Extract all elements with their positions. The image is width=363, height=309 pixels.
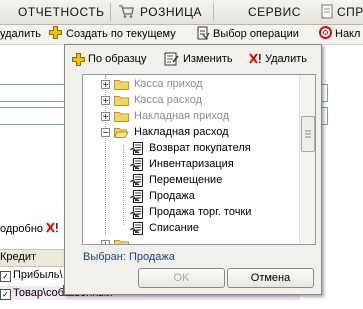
delete-x-icon[interactable] — [46, 222, 60, 237]
document-icon — [130, 206, 143, 219]
document-icon — [130, 222, 143, 235]
document-icon — [130, 174, 143, 187]
edit-icon — [164, 51, 180, 70]
create-by-current-button[interactable]: Создать по текущему — [66, 27, 176, 42]
folder-icon — [114, 96, 129, 106]
background-field[interactable] — [0, 107, 67, 125]
expand-icon[interactable]: + — [101, 80, 110, 89]
scrollbar-thumb[interactable] — [301, 116, 315, 152]
document-icon — [130, 190, 143, 203]
add-icon — [72, 53, 85, 69]
tree-folder-row[interactable]: + Накладная приход — [83, 109, 298, 124]
add-icon — [49, 26, 62, 42]
background-field[interactable] — [0, 84, 67, 102]
delete-button[interactable]: удалить — [0, 27, 41, 42]
invoice-button[interactable]: Накл — [335, 27, 360, 42]
tree-folder-row[interactable]: + — [83, 237, 298, 244]
menu-references[interactable]: СПР — [337, 0, 363, 24]
expand-icon[interactable]: + — [101, 96, 110, 105]
account-row-text: Прибыль\ — [13, 269, 63, 281]
column-header: Кредит — [0, 249, 64, 267]
tree-document-label: Возврат покупателя — [149, 142, 251, 154]
menu-separator — [110, 3, 111, 21]
selected-value: Продажа — [128, 251, 175, 263]
tree-document-row[interactable]: Перемещение — [83, 173, 298, 188]
menu-separator — [213, 3, 214, 21]
book-icon — [320, 4, 334, 22]
tree-document-label: Инвентаризация — [149, 158, 234, 170]
tree-folder-row[interactable]: + Касса приход — [83, 77, 298, 92]
menu-retail[interactable]: РОЗНИЦА — [140, 0, 202, 24]
expand-icon[interactable]: + — [101, 240, 110, 244]
tree-document-row[interactable]: Списание — [83, 221, 298, 236]
tree-folder-row[interactable]: + Касса расход — [83, 93, 298, 108]
tree-folder-label: Накладная расход — [134, 126, 229, 138]
tree-document-row[interactable]: Продажа торг. точки — [83, 205, 298, 220]
open-folder-icon — [114, 128, 129, 138]
expand-icon[interactable]: + — [101, 112, 110, 121]
tree-folder-row[interactable]: − Накладная расход — [83, 125, 298, 140]
tree-document-row[interactable]: Возврат покупателя — [83, 141, 298, 156]
main-toolbar: удалить Создать по текущему Выбор операц… — [0, 25, 363, 45]
collapse-icon[interactable]: − — [101, 128, 110, 137]
row-checkbox[interactable]: ✓ — [0, 289, 11, 300]
delete-button[interactable]: Удалить — [265, 51, 307, 67]
edit-button[interactable]: Изменить — [183, 51, 233, 67]
grip-icon — [305, 130, 311, 138]
selected-label: Выбран: — [83, 251, 126, 263]
select-operation-button[interactable]: Выбор операции — [213, 27, 299, 42]
row-checkbox[interactable]: ✓ — [0, 271, 11, 282]
tree-folder-label: Касса приход — [134, 78, 203, 90]
main-menu-bar: ОТЧЕТНОСТЬ РОЗНИЦА СЕРВИС СПР — [0, 0, 363, 25]
tree-document-label: Списание — [149, 222, 199, 234]
lifebuoy-icon — [319, 26, 332, 42]
detail-button[interactable]: одробно — [0, 223, 43, 235]
folder-icon — [114, 112, 129, 122]
menu-service[interactable]: СЕРВИС — [248, 0, 301, 24]
tree-document-row[interactable]: Инвентаризация — [83, 157, 298, 172]
ok-button[interactable]: OK — [138, 268, 225, 288]
document-icon — [130, 142, 143, 155]
document-icon — [130, 158, 143, 171]
tree-document-label: Продажа — [149, 190, 195, 202]
operations-tree[interactable]: + Касса приход + Касса расход + Накладна… — [82, 74, 316, 245]
by-sample-button[interactable]: По образцу — [88, 51, 146, 67]
selected-indicator: Выбран: Продажа — [83, 251, 175, 263]
tree-document-row[interactable]: Продажа — [83, 189, 298, 204]
dialog-toolbar: По образцу Изменить Удалить — [65, 45, 321, 73]
tree-document-label: Продажа торг. точки — [149, 206, 252, 218]
select-operation-icon — [197, 26, 210, 43]
folder-icon — [114, 240, 129, 244]
credit-column-header: Кредит — [0, 251, 37, 263]
tree-scrollbar[interactable] — [299, 75, 315, 244]
cancel-button[interactable]: Отмена — [227, 268, 314, 288]
folder-icon — [114, 80, 129, 90]
tree-folder-label: Касса расход — [134, 94, 203, 106]
tree-folder-label: Накладная приход — [134, 110, 230, 122]
menu-reports[interactable]: ОТЧЕТНОСТЬ — [18, 0, 104, 24]
cart-icon — [118, 4, 134, 22]
delete-x-icon — [249, 53, 263, 68]
tree-document-label: Перемещение — [149, 174, 223, 186]
operation-select-dialog: По образцу Изменить Удалить + Касса прих… — [64, 44, 322, 295]
